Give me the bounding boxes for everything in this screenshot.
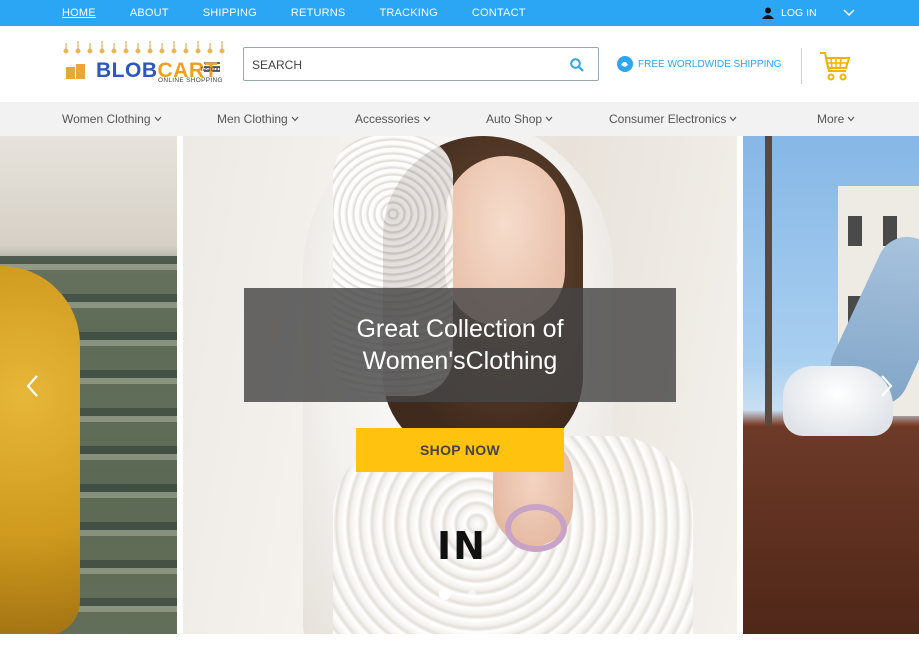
top-nav-tracking[interactable]: TRACKING xyxy=(379,7,437,19)
top-nav: HOME ABOUT SHIPPING RETURNS TRACKING CON… xyxy=(62,0,560,26)
top-nav-shipping[interactable]: SHIPPING xyxy=(203,7,257,19)
arrow-left-icon xyxy=(26,375,38,397)
category-consumer-electronics[interactable]: Consumer Electronics xyxy=(609,112,737,126)
category-accessories[interactable]: Accessories xyxy=(355,112,431,126)
chevron-down-icon xyxy=(291,116,299,122)
logo-tagline: ONLINE SHOPPING xyxy=(158,77,223,84)
arrow-right-icon xyxy=(881,375,893,397)
carousel-dot-1[interactable] xyxy=(439,588,451,600)
chevron-down-icon[interactable] xyxy=(843,8,855,18)
chevron-down-icon xyxy=(154,116,161,122)
category-more[interactable]: More xyxy=(817,112,855,126)
category-auto-shop[interactable]: Auto Shop xyxy=(486,112,553,126)
top-nav-home[interactable]: HOME xyxy=(62,7,96,19)
hero-carousel: Great Collection of Women'sClothing SHOP… xyxy=(0,136,919,634)
pole-image xyxy=(765,136,772,456)
cart-icon[interactable] xyxy=(818,50,852,82)
chevron-down-icon xyxy=(729,116,737,122)
hero-title: Great Collection of Women'sClothing xyxy=(356,315,564,375)
image-text: IN xyxy=(437,524,487,568)
hero-caption: Great Collection of Women'sClothing xyxy=(244,288,676,402)
bracelet-image xyxy=(505,504,567,552)
carousel-next-button[interactable] xyxy=(869,364,905,408)
category-women-clothing[interactable]: Women Clothing xyxy=(62,112,162,126)
chevron-down-icon xyxy=(423,116,431,122)
header: BLOBCART fashion ONLINE SHOPPING FREE WO… xyxy=(0,26,919,102)
globe-icon xyxy=(617,56,633,72)
free-shipping-text: FREE WORLDWIDE SHIPPING xyxy=(638,58,782,70)
carousel-prev-button[interactable] xyxy=(14,364,50,408)
category-nav: Women Clothing Men Clothing Accessories … xyxy=(0,102,919,136)
login-label: LOG IN xyxy=(781,7,817,19)
top-nav-contact[interactable]: CONTACT xyxy=(472,7,526,19)
category-men-clothing[interactable]: Men Clothing xyxy=(217,112,299,126)
search-input[interactable] xyxy=(252,56,552,74)
search-box xyxy=(243,47,599,81)
top-bar: HOME ABOUT SHIPPING RETURNS TRACKING CON… xyxy=(0,0,919,26)
carousel-dot-2[interactable] xyxy=(468,590,476,598)
yellow-coat-image xyxy=(0,266,80,634)
wall-image xyxy=(743,426,919,634)
chevron-down-icon xyxy=(847,116,855,122)
top-nav-about[interactable]: ABOUT xyxy=(130,7,169,19)
logo[interactable]: BLOBCART fashion ONLINE SHOPPING xyxy=(62,39,226,85)
free-shipping-banner[interactable]: FREE WORLDWIDE SHIPPING xyxy=(617,56,781,72)
user-icon xyxy=(762,7,774,19)
header-divider xyxy=(801,48,802,84)
logo-fashion: fashion xyxy=(201,67,221,73)
chevron-down-icon xyxy=(545,116,553,122)
search-icon[interactable] xyxy=(570,58,584,72)
top-nav-returns[interactable]: RETURNS xyxy=(291,7,346,19)
login-link[interactable]: LOG IN xyxy=(762,0,817,26)
shop-now-button[interactable]: SHOP NOW xyxy=(356,428,564,472)
